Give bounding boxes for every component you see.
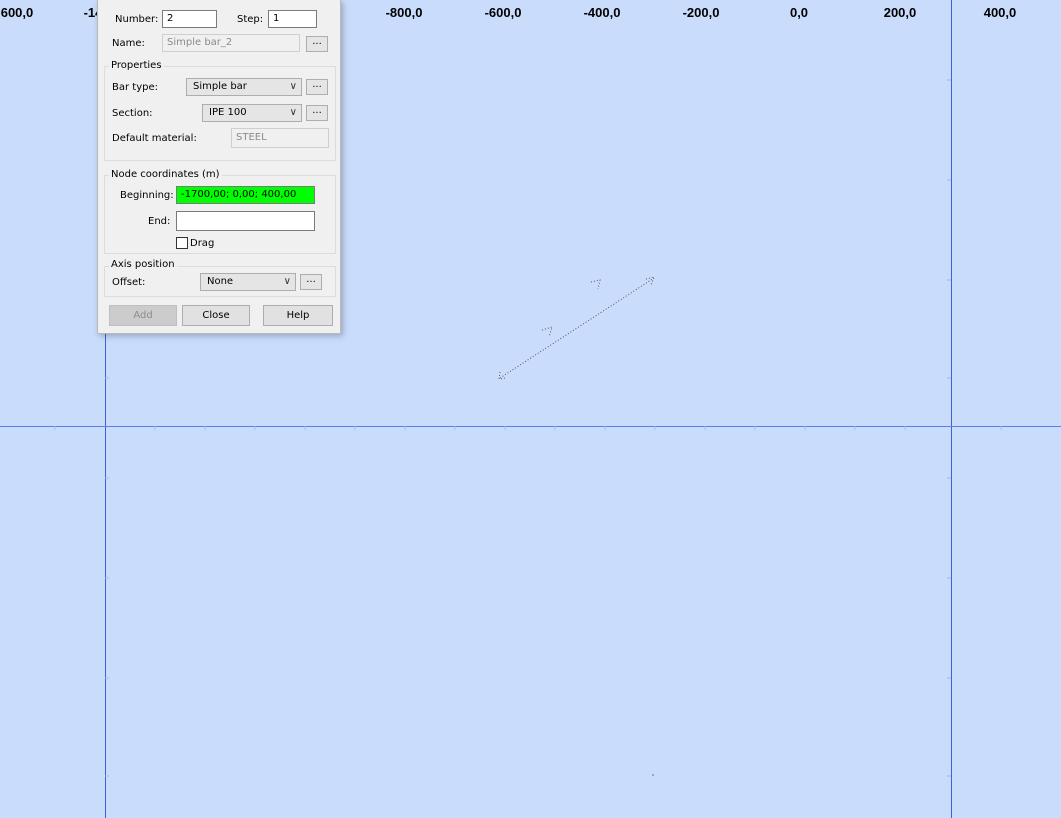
number-field[interactable]: 2 (162, 10, 217, 28)
end-label: End: (148, 216, 171, 227)
name-field: Simple bar_2 (162, 34, 300, 52)
name-ellipsis-button[interactable]: ... (306, 36, 328, 52)
section-select[interactable]: IPE 100 ∨ (202, 104, 302, 122)
properties-group-title: Properties (109, 60, 164, 71)
bar-type-value: Simple bar (193, 81, 247, 92)
default-material-field: STEEL (231, 128, 329, 148)
offset-value: None (207, 276, 234, 287)
offset-select[interactable]: None ∨ (200, 273, 296, 291)
number-label: Number: (115, 14, 159, 25)
drag-label: Drag (190, 238, 215, 249)
bar-type-ellipsis-button[interactable]: ... (306, 79, 328, 95)
section-label: Section: (112, 108, 153, 119)
sketch-dot (652, 774, 654, 776)
offset-label: Offset: (112, 277, 146, 288)
default-material-label: Default material: (112, 133, 197, 144)
add-button[interactable]: Add (109, 305, 177, 326)
axis-position-group-title: Axis position (109, 259, 177, 270)
end-field[interactable] (176, 211, 315, 231)
step-field[interactable]: 1 (268, 10, 317, 28)
help-button[interactable]: Help (263, 305, 333, 326)
node-coordinates-group-title: Node coordinates (m) (109, 169, 222, 180)
step-label: Step: (237, 14, 264, 25)
beginning-label: Beginning: (120, 190, 174, 201)
chevron-down-icon: ∨ (289, 81, 297, 92)
chevron-down-icon: ∨ (289, 107, 297, 118)
drag-checkbox[interactable] (176, 237, 188, 249)
bar-type-label: Bar type: (112, 82, 158, 93)
close-button[interactable]: Close (182, 305, 250, 326)
section-ellipsis-button[interactable]: ... (306, 105, 328, 121)
section-value: IPE 100 (209, 107, 247, 118)
bars-dialog: Number: 2 Step: 1 Name: Simple bar_2 ...… (97, 0, 341, 334)
name-label: Name: (112, 38, 145, 49)
bar-type-select[interactable]: Simple bar ∨ (186, 78, 302, 96)
chevron-down-icon: ∨ (283, 276, 291, 287)
bar-preview-sketch (498, 276, 655, 380)
beginning-field[interactable]: -1700,00; 0,00; 400,00 (176, 186, 315, 204)
offset-ellipsis-button[interactable]: ... (300, 274, 322, 290)
